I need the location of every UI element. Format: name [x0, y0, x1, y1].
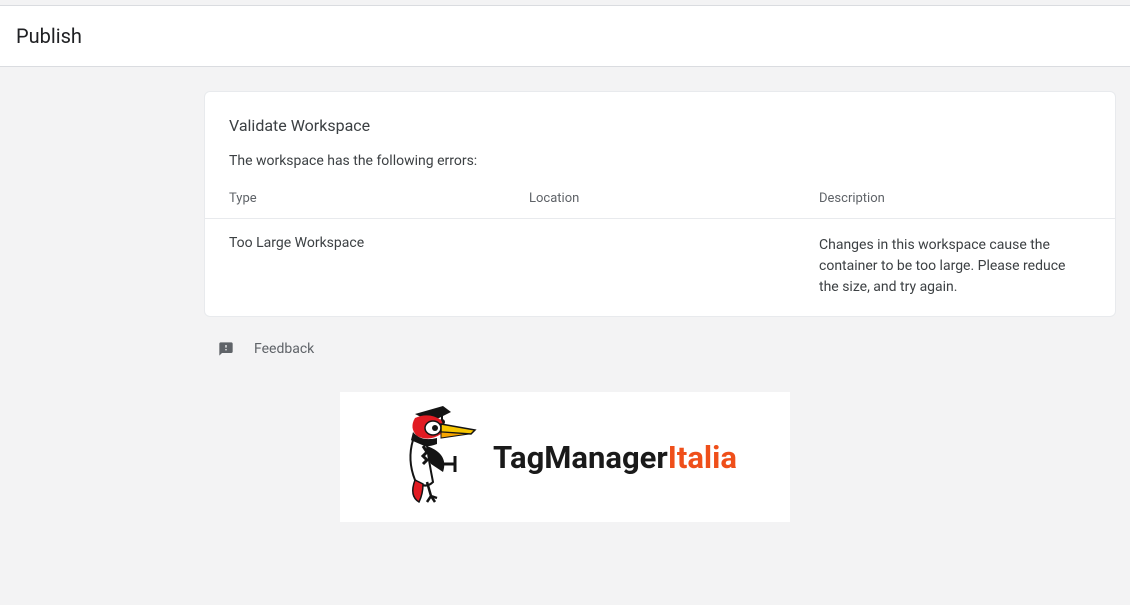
logo-text: TagManagerItalia [493, 439, 737, 476]
table-header: Type Location Description [205, 185, 1115, 219]
brand-logo: TagManagerItalia [340, 392, 790, 522]
row-type: Too Large Workspace [229, 235, 529, 298]
table-row: Too Large Workspace Changes in this work… [205, 219, 1115, 316]
column-header-type: Type [229, 191, 529, 206]
woodpecker-icon [393, 402, 483, 512]
logo-text-part2: Italia [668, 439, 737, 476]
column-header-description: Description [819, 191, 1091, 206]
row-location [529, 235, 819, 298]
card-subtitle: The workspace has the following errors: [205, 135, 1115, 185]
row-description: Changes in this workspace cause the cont… [819, 235, 1079, 298]
feedback-label: Feedback [254, 341, 314, 357]
column-header-location: Location [529, 191, 819, 206]
feedback-link[interactable]: Feedback [204, 317, 1130, 357]
card-title: Validate Workspace [205, 92, 1115, 135]
header: Publish [0, 6, 1130, 67]
feedback-icon [218, 341, 234, 357]
content-area: Validate Workspace The workspace has the… [0, 67, 1130, 522]
page-title: Publish [16, 24, 1114, 48]
logo-text-part1: TagManager [493, 439, 668, 476]
validate-workspace-card: Validate Workspace The workspace has the… [204, 91, 1116, 317]
